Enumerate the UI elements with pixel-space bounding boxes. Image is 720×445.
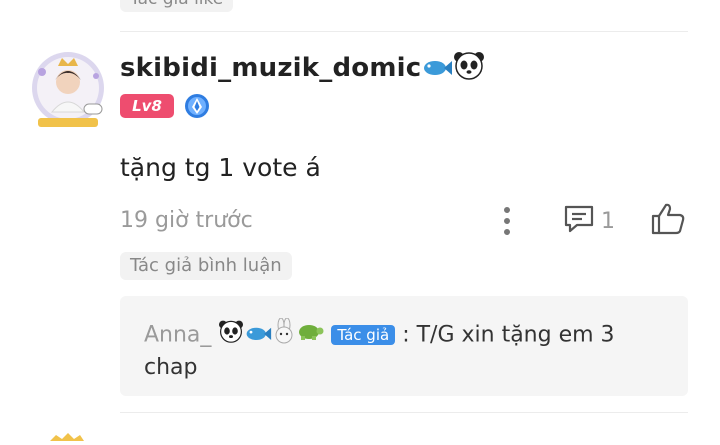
reply-author[interactable]: Anna_ [144,323,211,348]
fish-icon [421,54,453,84]
username[interactable]: skibidi_muzik_domic [120,50,485,87]
comment-timestamp: 19 giờ trước [120,208,253,233]
like-icon[interactable] [650,202,686,236]
rank-badge-icon [184,93,210,119]
panda-icon [218,319,244,352]
username-text: skibidi_muzik_domic [120,53,422,83]
reply-count: 1 [601,209,615,234]
next-user-avatar[interactable] [46,426,86,441]
author-commented-tag: Tác giả bình luận [120,252,292,280]
previous-tag: Tác giả like [120,0,234,12]
reply-preview[interactable]: Anna_ Tác giả : T/G xin tặng em 3 chap [120,296,688,396]
reply-content: Anna_ Tác giả : T/G xin tặng em 3 chap [144,317,664,383]
comment-text: tặng tg 1 vote á [120,153,321,182]
author-badge: Tác giả [331,324,396,345]
divider-top [120,31,688,32]
user-avatar[interactable] [28,46,108,132]
divider-bottom [120,412,688,413]
rabbit-icon [272,317,296,353]
level-badge: Lv8 [120,94,174,118]
panda-icon [453,50,485,87]
comment-icon[interactable] [563,203,595,235]
turtle-icon [296,320,324,351]
more-vertical-icon[interactable] [500,205,514,237]
fish-icon [244,321,272,351]
